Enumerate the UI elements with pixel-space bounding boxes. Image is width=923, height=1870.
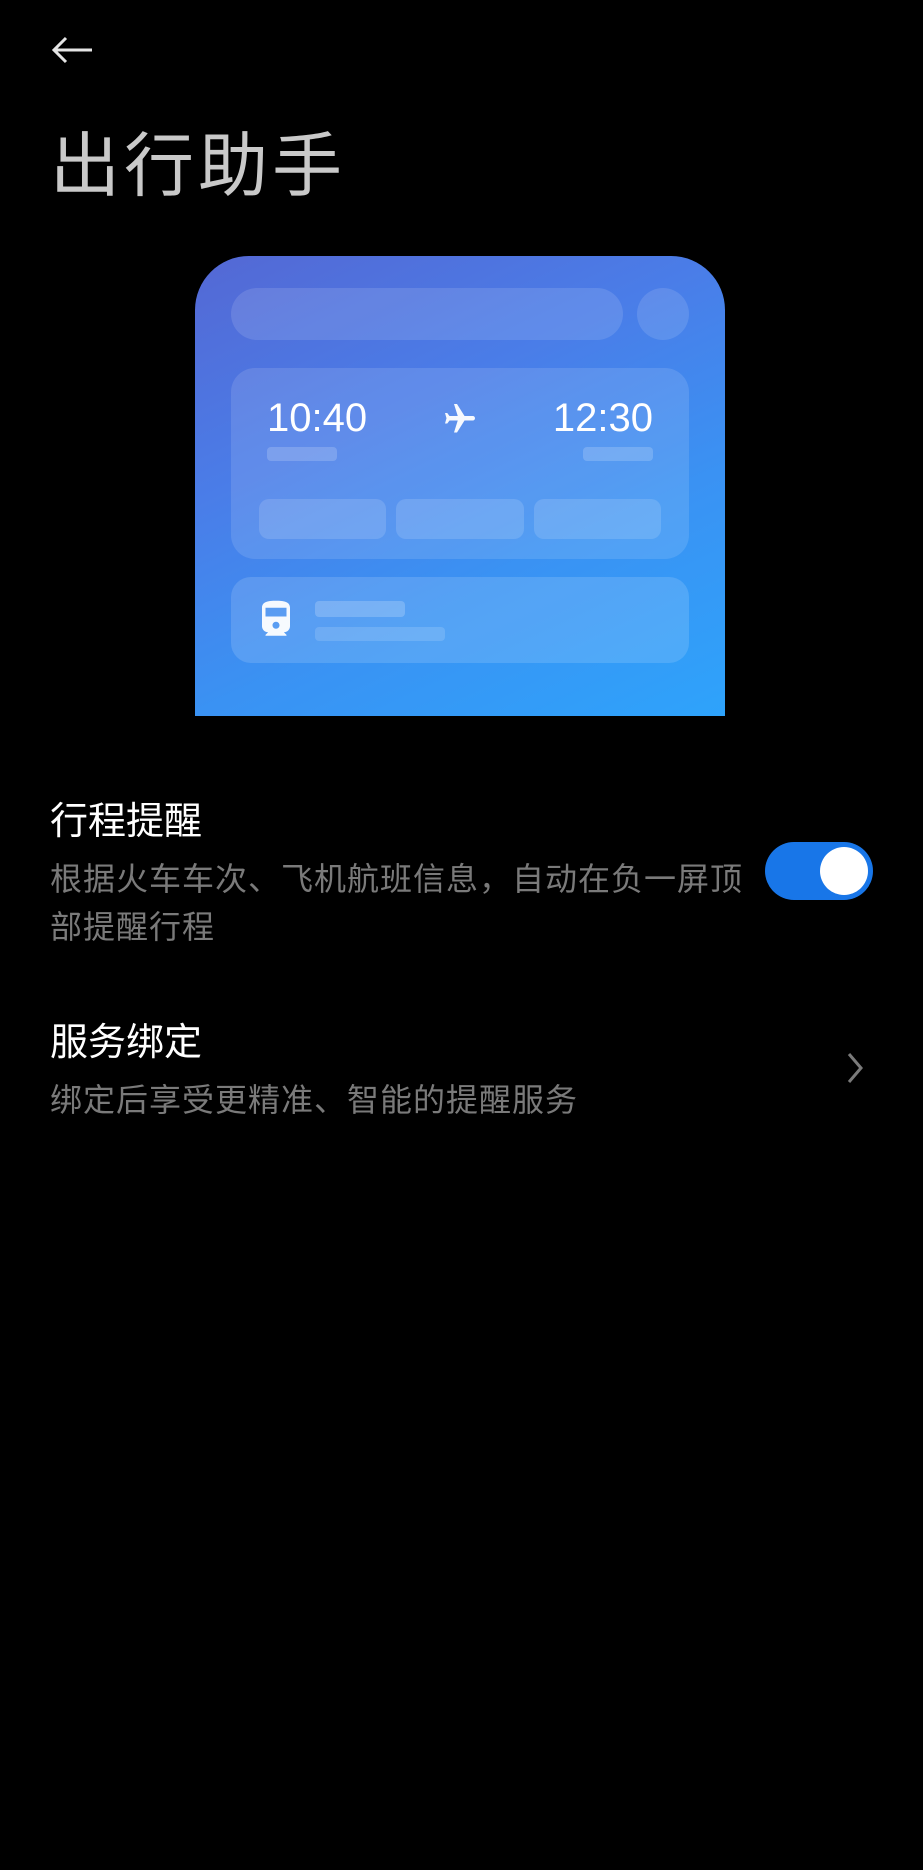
back-button[interactable] <box>50 30 110 70</box>
preview-label-placeholder <box>267 447 337 461</box>
page-title: 出行助手 <box>50 110 346 211</box>
setting-service-binding[interactable]: 服务绑定 绑定后享受更精准、智能的提醒服务 <box>50 991 873 1164</box>
chevron-right-icon <box>845 1050 865 1086</box>
setting-text-block: 行程提醒 根据火车车次、飞机航班信息，自动在负一屏顶部提醒行程 <box>50 790 765 951</box>
toggle-knob <box>820 847 868 895</box>
preview-illustration: 10:40 12:30 <box>195 256 725 716</box>
preview-avatar-placeholder <box>637 288 689 340</box>
preview-segment-placeholder <box>259 499 386 539</box>
preview-train-card <box>231 577 689 663</box>
preview-arrival-time: 12:30 <box>553 396 653 441</box>
preview-label-placeholder <box>583 447 653 461</box>
train-icon <box>255 599 297 641</box>
preview-search-bar-placeholder <box>231 288 623 340</box>
settings-list: 行程提醒 根据火车车次、飞机航班信息，自动在负一屏顶部提醒行程 服务绑定 绑定后… <box>50 770 873 1164</box>
preview-segment-placeholder <box>396 499 523 539</box>
setting-trip-reminder[interactable]: 行程提醒 根据火车车次、飞机航班信息，自动在负一屏顶部提醒行程 <box>50 770 873 991</box>
trip-reminder-toggle[interactable] <box>765 842 873 900</box>
preview-flight-card: 10:40 12:30 <box>231 368 689 559</box>
back-arrow-icon <box>50 35 94 65</box>
setting-text-block: 服务绑定 绑定后享受更精准、智能的提醒服务 <box>50 1011 833 1124</box>
preview-segment-placeholder <box>534 499 661 539</box>
airplane-icon <box>442 401 478 437</box>
preview-header <box>231 288 689 340</box>
preview-flight-times: 10:40 12:30 <box>259 396 661 441</box>
setting-title: 行程提醒 <box>50 790 745 845</box>
preview-departure-time: 10:40 <box>267 396 367 441</box>
preview-line-placeholder <box>315 627 445 641</box>
preview-line-placeholder <box>315 601 405 617</box>
setting-description: 根据火车车次、飞机航班信息，自动在负一屏顶部提醒行程 <box>50 855 745 951</box>
preview-train-text-placeholder <box>315 599 445 641</box>
setting-title: 服务绑定 <box>50 1011 813 1066</box>
preview-flight-segments <box>259 499 661 539</box>
setting-description: 绑定后享受更精准、智能的提醒服务 <box>50 1076 813 1124</box>
preview-flight-labels <box>259 447 661 461</box>
